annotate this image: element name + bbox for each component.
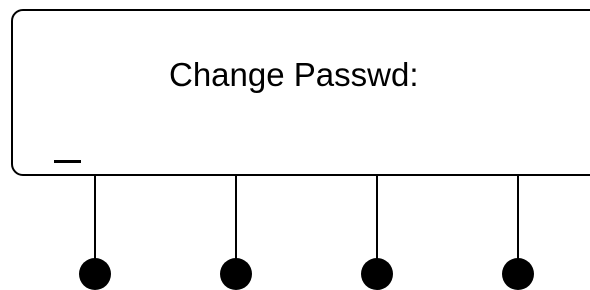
- softkey-2-button[interactable]: [220, 258, 252, 290]
- softkey-1-connector: [94, 176, 96, 264]
- softkey-2-connector: [235, 176, 237, 264]
- screen-title: Change Passwd:: [169, 56, 419, 93]
- lcd-screen: Change Passwd:: [11, 9, 590, 176]
- softkey-4-button[interactable]: [502, 258, 534, 290]
- softkey-3-button[interactable]: [361, 258, 393, 290]
- softkey-3-connector: [376, 176, 378, 264]
- softkey-4-connector: [517, 176, 519, 264]
- softkey-1-button[interactable]: [79, 258, 111, 290]
- input-cursor: [54, 160, 81, 163]
